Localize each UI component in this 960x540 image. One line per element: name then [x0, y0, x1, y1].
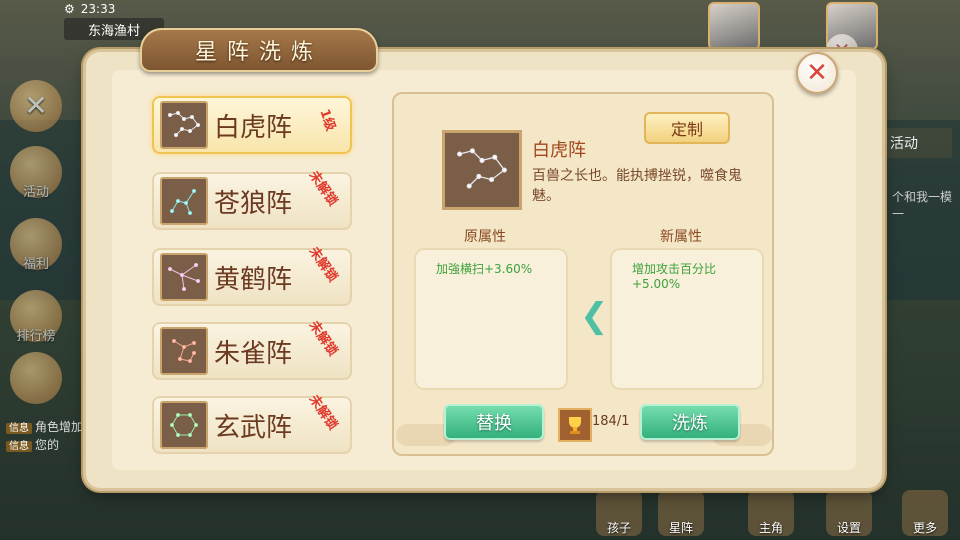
bottom-button-hero[interactable]: 主角: [748, 490, 794, 536]
gear-icon: ⚙: [64, 2, 75, 16]
arrow-left-icon: ❮: [580, 296, 609, 336]
locked-badge: 未解锁: [305, 392, 341, 433]
constellation-tortoise-icon: [160, 401, 208, 449]
new-attribute-box: 增加攻击百分比 +5.00%: [610, 248, 764, 390]
formation-item-huanghe[interactable]: 黄鹤阵 未解锁: [152, 244, 352, 306]
old-attribute-value: 加強横扫+3.60%: [436, 262, 533, 276]
status-bar: ⚙ 23:33: [64, 0, 115, 18]
side-chat-button[interactable]: [10, 352, 62, 404]
replace-button[interactable]: 替换: [444, 404, 544, 440]
bottom-button-more[interactable]: 更多: [902, 490, 948, 536]
formation-item-canglang[interactable]: 苍狼阵 未解锁: [152, 168, 352, 230]
formation-name: 白虎阵: [214, 112, 293, 143]
detail-description: 百兽之长也。能执搏挫锐，噬食鬼魅。: [532, 168, 742, 204]
bottom-button-star[interactable]: 星阵: [658, 490, 704, 536]
detail-formation-name: 白虎阵: [532, 140, 586, 161]
formation-level-badge: 1级: [316, 107, 338, 134]
refine-button[interactable]: 洗炼: [640, 404, 740, 440]
bottom-button-settings[interactable]: 设置: [826, 490, 872, 536]
close-icon: ✕: [806, 58, 828, 88]
trophy-icon[interactable]: [558, 408, 592, 442]
chat-line: 信息 角色增加: [6, 418, 83, 435]
old-attribute-label: 原属性: [464, 229, 506, 245]
formation-name: 苍狼阵: [214, 188, 293, 219]
constellation-crane-icon: [160, 253, 208, 301]
formation-name: 玄武阵: [214, 412, 293, 443]
dialog-title: 星阵洗炼: [194, 40, 323, 65]
formation-name: 黄鹤阵: [214, 264, 293, 295]
dialog-title-banner: 星阵洗炼: [140, 28, 378, 72]
formation-name: 朱雀阵: [214, 338, 293, 369]
new-attribute-value: 增加攻击百分比 +5.00%: [632, 262, 717, 291]
side-activity-button[interactable]: 活动: [10, 146, 62, 200]
new-attribute-label: 新属性: [660, 229, 702, 245]
side-welfare-button[interactable]: 福利: [10, 218, 62, 272]
chat-snippet: 个和我一模一: [892, 190, 953, 221]
constellation-wolf-icon: [160, 177, 208, 225]
side-ranking-button[interactable]: 排行榜: [10, 290, 62, 344]
locked-badge: 未解锁: [305, 168, 341, 209]
side-close-button[interactable]: ✕: [10, 80, 62, 132]
formation-item-xuanwu[interactable]: 玄武阵 未解锁: [152, 392, 352, 454]
formation-item-zhuque[interactable]: 朱雀阵 未解锁: [152, 318, 352, 380]
formation-item-baihu[interactable]: 白虎阵 1级: [152, 96, 352, 154]
status-time: 23:33: [80, 2, 116, 16]
constellation-tiger-icon: [160, 101, 208, 149]
custom-button[interactable]: 定制: [644, 112, 730, 144]
refine-material-count: 184/1: [592, 414, 630, 429]
constellation-tiger-icon: [442, 130, 522, 210]
old-attribute-box: 加強横扫+3.60%: [414, 248, 568, 390]
constellation-phoenix-icon: [160, 327, 208, 375]
panda-avatar[interactable]: [708, 2, 760, 50]
locked-badge: 未解锁: [305, 318, 341, 359]
chat-line: 信息 您的: [6, 436, 59, 453]
locked-badge: 未解锁: [305, 244, 341, 285]
close-button[interactable]: ✕: [796, 52, 838, 94]
bottom-button-child[interactable]: 孩子: [596, 490, 642, 536]
